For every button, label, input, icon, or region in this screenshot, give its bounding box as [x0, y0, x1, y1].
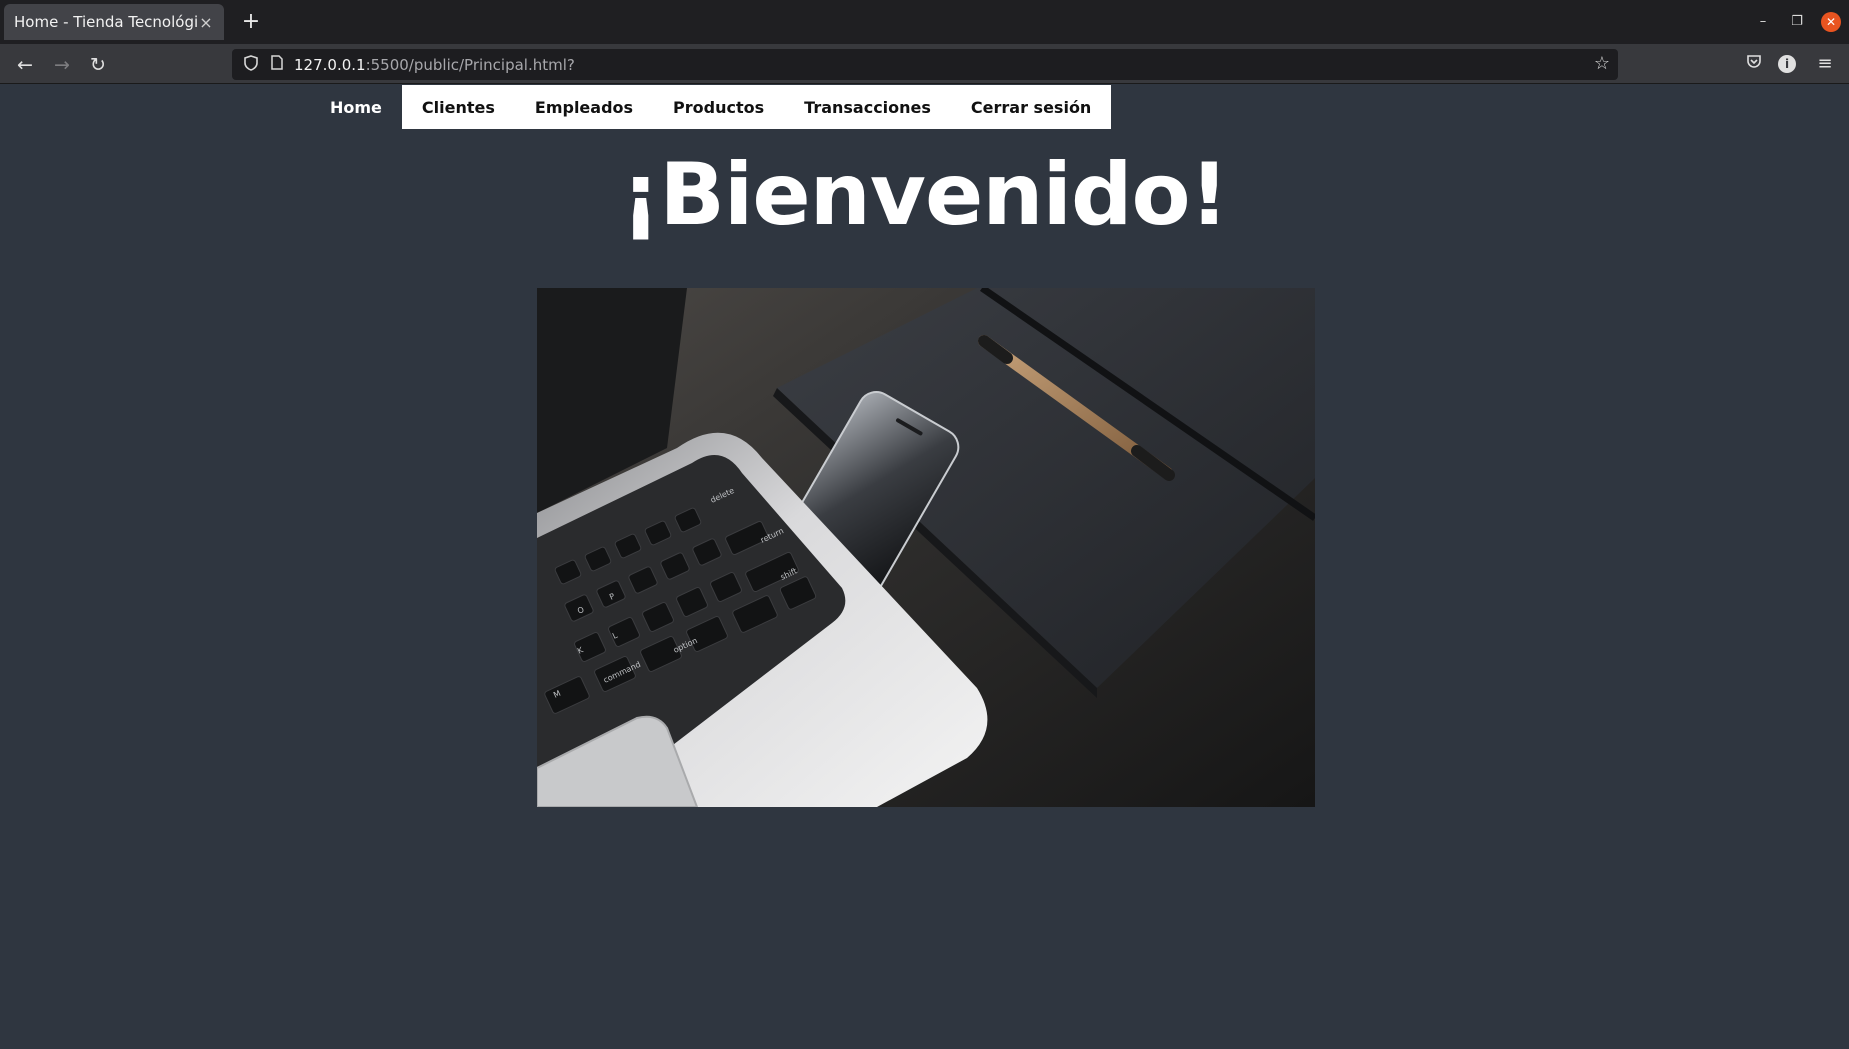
welcome-heading: ¡Bienvenido!	[621, 145, 1229, 245]
nav-cerrar-sesion[interactable]: Cerrar sesión	[950, 85, 1112, 129]
info-icon[interactable]: i	[1778, 55, 1796, 73]
hamburger-menu-icon[interactable]: ≡	[1813, 52, 1837, 76]
tab-title: Home - Tienda Tecnológica	[14, 13, 198, 31]
nav-empleados[interactable]: Empleados	[514, 85, 654, 129]
tab-close-icon[interactable]: ×	[198, 13, 214, 32]
new-tab-button[interactable]: +	[238, 9, 264, 35]
page-body: Home Clientes Empleados Productos Transa…	[0, 85, 1849, 1049]
shield-icon[interactable]	[242, 55, 260, 75]
browser-tab-strip: Home - Tienda Tecnológica × + – ❐ ✕	[0, 0, 1849, 44]
window-restore-icon[interactable]: ❐	[1787, 12, 1807, 32]
browser-tab[interactable]: Home - Tienda Tecnológica ×	[4, 4, 224, 40]
pocket-icon[interactable]	[1742, 52, 1766, 76]
url-host: 127.0.0.1	[294, 56, 366, 74]
bookmark-star-icon[interactable]: ☆	[1594, 53, 1610, 74]
hero-image-illustration: delete return shift option command M K L…	[537, 288, 1315, 807]
nav-productos[interactable]: Productos	[653, 85, 785, 129]
forward-arrow-icon[interactable]: →	[49, 52, 75, 78]
window-minimize-icon[interactable]: –	[1753, 12, 1773, 32]
hero-image: delete return shift option command M K L…	[537, 288, 1315, 807]
nav-clientes[interactable]: Clientes	[401, 85, 515, 129]
address-bar[interactable]: 127.0.0.1:5500/public/Principal.html? ☆	[232, 49, 1618, 80]
back-arrow-icon[interactable]: ←	[12, 52, 38, 78]
url-text[interactable]: 127.0.0.1:5500/public/Principal.html?	[294, 56, 575, 74]
reload-icon[interactable]: ↻	[85, 52, 111, 78]
nav-transacciones[interactable]: Transacciones	[784, 85, 951, 129]
site-navigation: Home Clientes Empleados Productos Transa…	[310, 85, 1112, 129]
nav-home[interactable]: Home	[310, 85, 402, 129]
page-icon[interactable]	[268, 55, 286, 74]
url-path: :5500/public/Principal.html?	[365, 56, 575, 74]
window-close-icon[interactable]: ✕	[1821, 12, 1841, 32]
